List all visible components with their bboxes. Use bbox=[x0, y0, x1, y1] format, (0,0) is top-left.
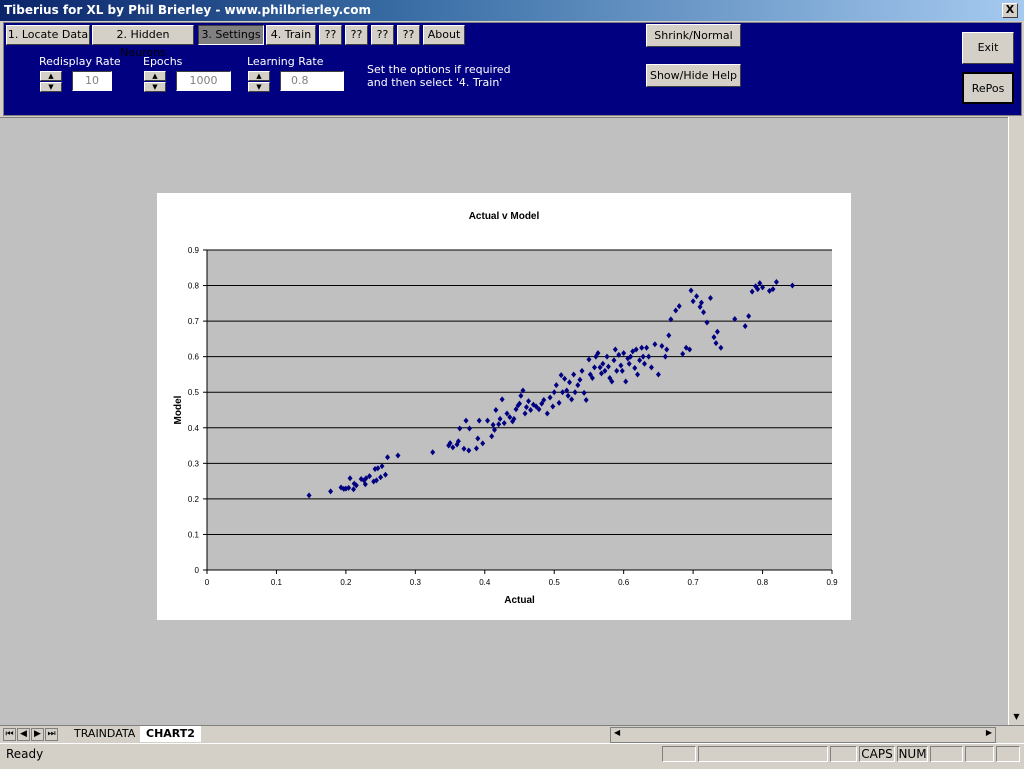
y-axis-label: Model bbox=[173, 395, 184, 424]
spin-up-icon[interactable]: ▲ bbox=[144, 71, 166, 81]
tab-unknown-3[interactable]: ?? bbox=[371, 25, 394, 45]
shrink-normal-button[interactable]: Shrink/Normal bbox=[646, 24, 741, 47]
chart-area[interactable]: Actual v Model 0 0.1 0.2 0.3 0.4 0.5 0.6 0.7 0.8… bbox=[157, 193, 851, 620]
tab-unknown-1[interactable]: ?? bbox=[319, 25, 342, 45]
status-panel bbox=[830, 746, 857, 762]
spin-down-icon[interactable]: ▼ bbox=[40, 82, 62, 92]
y-tick-label: 0.5 bbox=[188, 388, 200, 397]
help-text-line1: Set the options if required bbox=[367, 63, 511, 76]
status-panel bbox=[930, 746, 963, 762]
tab-locate-data[interactable]: 1. Locate Data bbox=[6, 25, 90, 45]
sheet-tab-traindata[interactable]: TRAINDATA bbox=[68, 726, 141, 742]
tab-about[interactable]: About bbox=[423, 25, 465, 45]
tiberius-control-panel: 1. Locate Data 2. Hidden Neurons 3. Sett… bbox=[3, 22, 1022, 116]
spin-up-icon[interactable]: ▲ bbox=[248, 71, 270, 81]
first-sheet-icon[interactable]: ⏮ bbox=[3, 728, 16, 741]
y-tick-label: 0.3 bbox=[188, 459, 200, 468]
x-axis-label: Actual bbox=[504, 595, 535, 606]
window-title: Tiberius for XL by Phil Brierley - www.p… bbox=[4, 3, 372, 17]
y-tick-label: 0.4 bbox=[188, 424, 200, 433]
scroll-left-icon[interactable]: ◀ bbox=[614, 728, 620, 737]
tab-unknown-2[interactable]: ?? bbox=[345, 25, 368, 45]
next-sheet-icon[interactable]: ▶ bbox=[31, 728, 44, 741]
status-panel bbox=[662, 746, 696, 762]
redisplay-rate-label: Redisplay Rate bbox=[39, 55, 121, 68]
y-tick-label: 0.7 bbox=[188, 317, 200, 326]
plot-area bbox=[207, 250, 832, 570]
sheet-tabs-bar: ⏮ ◀ ▶ ⏭ TRAINDATA CHART2 ◀ ▶ bbox=[0, 725, 1024, 743]
horizontal-scrollbar[interactable]: ◀ ▶ bbox=[610, 727, 996, 743]
x-tick-label: 0.4 bbox=[479, 578, 491, 587]
close-button[interactable]: X bbox=[1002, 3, 1018, 18]
status-panel bbox=[698, 746, 828, 762]
prev-sheet-icon[interactable]: ◀ bbox=[17, 728, 30, 741]
y-tick-label: 0.9 bbox=[188, 246, 200, 255]
learning-rate-label: Learning Rate bbox=[247, 55, 324, 68]
close-icon: X bbox=[1005, 3, 1015, 16]
tab-unknown-4[interactable]: ?? bbox=[397, 25, 420, 45]
status-text: Ready bbox=[6, 747, 44, 761]
epochs-input[interactable]: 1000 bbox=[176, 71, 231, 91]
repos-button[interactable]: RePos bbox=[962, 72, 1014, 104]
spin-down-icon[interactable]: ▼ bbox=[248, 82, 270, 92]
learning-rate-spinner[interactable]: ▲ ▼ bbox=[248, 71, 270, 93]
y-tick-label: 0.8 bbox=[188, 282, 200, 291]
scroll-right-icon[interactable]: ▶ bbox=[986, 728, 992, 737]
redisplay-rate-input[interactable]: 10 bbox=[72, 71, 112, 91]
status-panel bbox=[996, 746, 1020, 762]
x-tick-label: 0.8 bbox=[757, 578, 769, 587]
x-tick-label: 0.3 bbox=[410, 578, 422, 587]
y-tick-label: 0.2 bbox=[188, 495, 200, 504]
num-indicator: NUM bbox=[897, 746, 928, 762]
learning-rate-input[interactable]: 0.8 bbox=[280, 71, 344, 91]
x-tick-label: 0 bbox=[205, 578, 210, 587]
x-tick-label: 0.2 bbox=[340, 578, 352, 587]
tab-settings[interactable]: 3. Settings bbox=[198, 25, 264, 45]
tab-hidden-neurons[interactable]: 2. Hidden Neurons bbox=[92, 25, 194, 59]
x-tick-label: 0.6 bbox=[618, 578, 630, 587]
y-tick-label: 0.1 bbox=[188, 530, 200, 539]
redisplay-rate-spinner[interactable]: ▲ ▼ bbox=[40, 71, 62, 93]
chart-title: Actual v Model bbox=[469, 211, 540, 222]
status-panel bbox=[965, 746, 994, 762]
sheet-tab-chart2[interactable]: CHART2 bbox=[140, 726, 201, 742]
x-tick-label: 0.5 bbox=[549, 578, 561, 587]
window-titlebar: Tiberius for XL by Phil Brierley - www.p… bbox=[0, 0, 1024, 21]
tab-train[interactable]: 4. Train bbox=[266, 25, 316, 45]
x-tick-label: 0.7 bbox=[688, 578, 700, 587]
scroll-down-icon[interactable]: ▼ bbox=[1010, 711, 1023, 723]
spin-up-icon[interactable]: ▲ bbox=[40, 71, 62, 81]
spin-down-icon[interactable]: ▼ bbox=[144, 82, 166, 92]
epochs-label: Epochs bbox=[143, 55, 183, 68]
last-sheet-icon[interactable]: ⏭ bbox=[45, 728, 58, 741]
x-tick-label: 0.1 bbox=[271, 578, 283, 587]
exit-button[interactable]: Exit bbox=[962, 32, 1014, 64]
y-tick-label: 0.6 bbox=[188, 353, 200, 362]
help-text-line2: and then select '4. Train' bbox=[367, 76, 503, 89]
status-bar: Ready CAPS NUM bbox=[0, 743, 1024, 769]
y-tick-label: 0 bbox=[195, 566, 200, 575]
caps-indicator: CAPS bbox=[859, 746, 895, 762]
scatter-chart: Actual v Model 0 0.1 0.2 0.3 0.4 0.5 0.6 0.7 0.8… bbox=[173, 211, 838, 606]
epochs-spinner[interactable]: ▲ ▼ bbox=[144, 71, 166, 93]
vertical-scrollbar[interactable]: ▼ bbox=[1008, 117, 1024, 725]
show-hide-help-button[interactable]: Show/Hide Help bbox=[646, 64, 741, 87]
x-tick-label: 0.9 bbox=[826, 578, 838, 587]
